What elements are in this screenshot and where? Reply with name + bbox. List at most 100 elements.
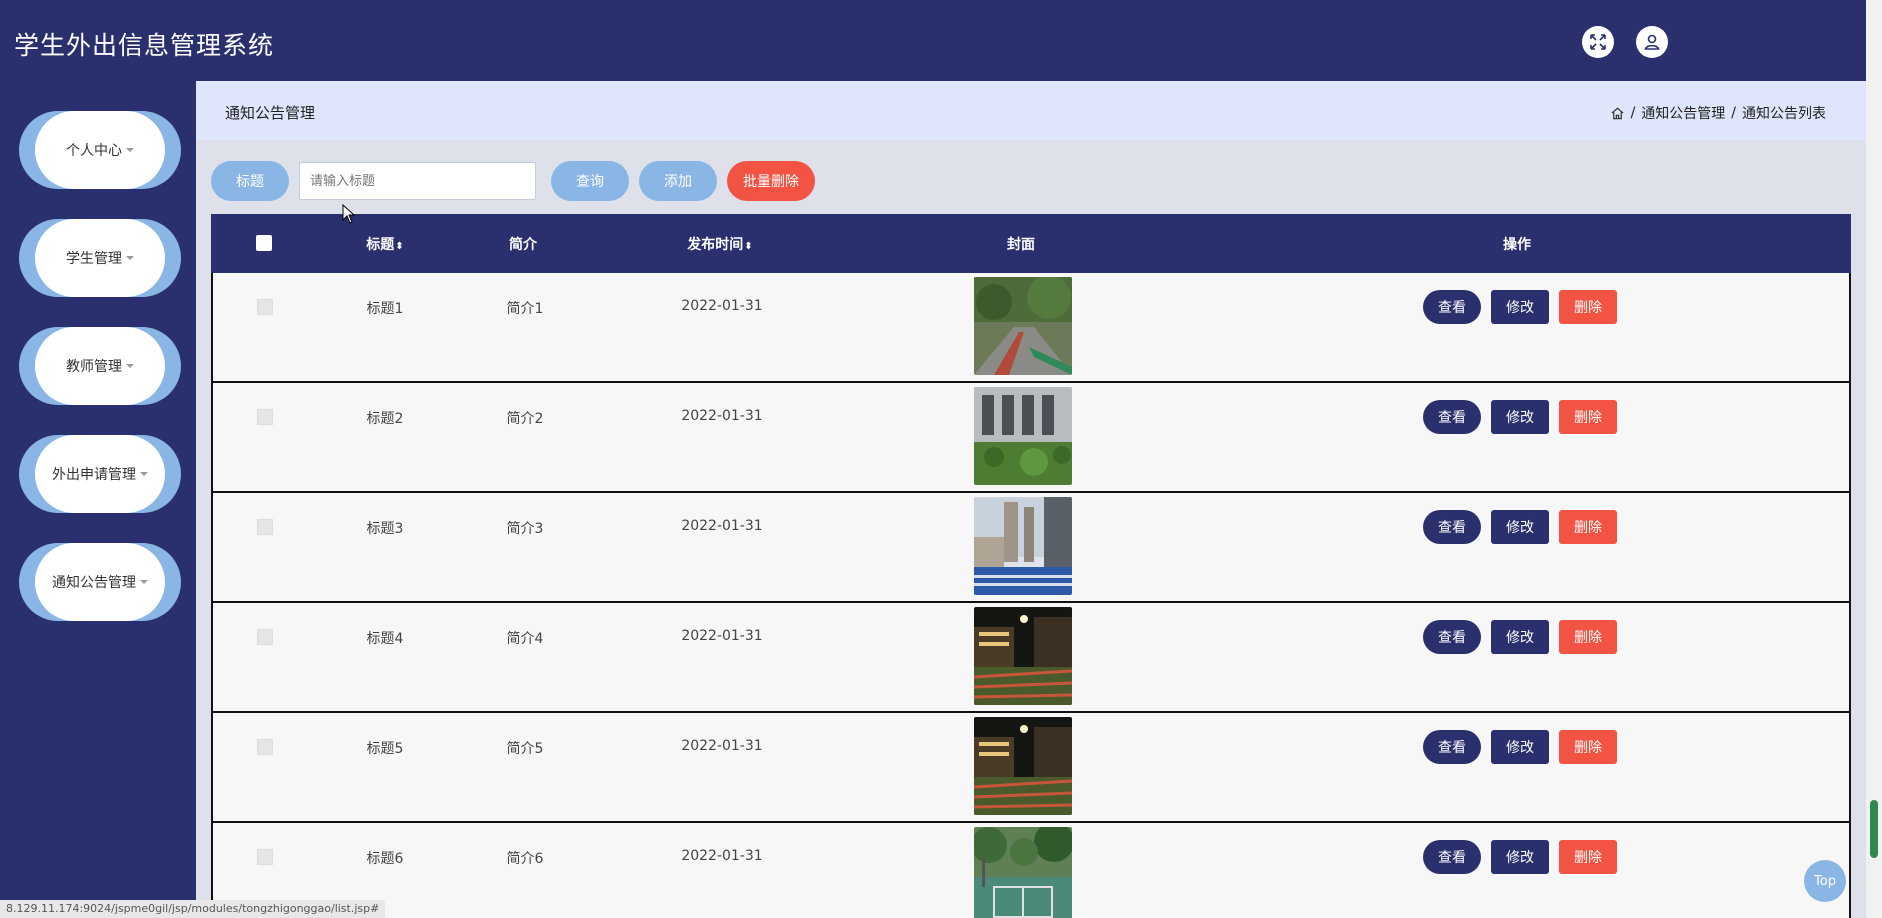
view-button[interactable]: 查看 xyxy=(1423,290,1481,324)
back-to-top-button[interactable]: Top xyxy=(1804,860,1846,902)
cover-image xyxy=(974,827,1072,918)
cell-intro: 简介5 xyxy=(506,741,544,757)
fullscreen-icon[interactable] xyxy=(1582,26,1614,58)
column-header-intro: 简介 xyxy=(509,237,537,253)
table-row: 标题4 简介4 2022-01-31 查看 修改 删除 xyxy=(211,603,1851,713)
row-checkbox[interactable] xyxy=(257,739,273,755)
row-actions: 查看 修改 删除 xyxy=(1423,400,1617,434)
edit-button[interactable]: 修改 xyxy=(1491,840,1549,874)
edit-button[interactable]: 修改 xyxy=(1491,510,1549,544)
query-button[interactable]: 查询 xyxy=(551,161,629,201)
cell-intro: 简介2 xyxy=(506,411,544,427)
status-url: 8.129.11.174:9024/jspme0gil/jsp/modules/… xyxy=(0,900,386,918)
table-row: 标题5 简介5 2022-01-31 查看 修改 删除 xyxy=(211,713,1851,823)
sidebar-item-label: 教师管理 xyxy=(66,359,122,375)
cell-title: 标题4 xyxy=(366,631,404,647)
cover-image xyxy=(974,387,1072,485)
cell-time: 2022-01-31 xyxy=(681,408,763,424)
row-checkbox[interactable] xyxy=(257,299,273,315)
sidebar-item-label: 通知公告管理 xyxy=(52,575,136,591)
breadcrumb-item-current: 通知公告列表 xyxy=(1742,106,1826,122)
cover-image xyxy=(974,717,1072,815)
sidebar-item-personal[interactable]: 个人中心 xyxy=(19,111,181,189)
chevron-down-icon xyxy=(140,580,148,584)
select-all-checkbox[interactable] xyxy=(256,235,272,251)
row-actions: 查看 修改 删除 xyxy=(1423,730,1617,764)
delete-button[interactable]: 删除 xyxy=(1559,400,1617,434)
sidebar-item-label: 外出申请管理 xyxy=(52,467,136,483)
cell-title: 标题1 xyxy=(366,301,404,317)
top-header: 学生外出信息管理系统 xyxy=(0,0,1866,81)
search-input[interactable] xyxy=(299,162,536,200)
edit-button[interactable]: 修改 xyxy=(1491,730,1549,764)
cell-title: 标题5 xyxy=(366,741,404,757)
cell-intro: 简介3 xyxy=(506,521,544,537)
sidebar-item-students[interactable]: 学生管理 xyxy=(19,219,181,297)
scroll-thumb[interactable] xyxy=(1870,800,1878,858)
edit-button[interactable]: 修改 xyxy=(1491,400,1549,434)
cell-time: 2022-01-31 xyxy=(681,518,763,534)
user-icon[interactable] xyxy=(1636,26,1668,58)
cell-time: 2022-01-31 xyxy=(681,298,763,314)
delete-button[interactable]: 删除 xyxy=(1559,730,1617,764)
cell-time: 2022-01-31 xyxy=(681,848,763,864)
app-title: 学生外出信息管理系统 xyxy=(14,31,275,60)
delete-button[interactable]: 删除 xyxy=(1559,290,1617,324)
cover-image xyxy=(974,277,1072,375)
chevron-down-icon xyxy=(126,256,134,260)
table-row: 标题3 简介3 2022-01-31 查看 修改 删除 xyxy=(211,493,1851,603)
breadcrumb-bar: 通知公告管理 / 通知公告管理 / 通知公告列表 xyxy=(196,81,1866,140)
mouse-cursor-icon xyxy=(342,204,356,224)
notice-table: 标题⬍ 简介 发布时间⬍ 封面 操作 标题1 简介1 2022-01-31 查看 修改删… xyxy=(211,214,1851,918)
delete-button[interactable]: 删除 xyxy=(1559,840,1617,874)
add-button[interactable]: 添加 xyxy=(639,161,717,201)
sidebar-item-notices[interactable]: 通知公告管理 xyxy=(19,543,181,621)
page-title: 通知公告管理 xyxy=(225,104,316,122)
sidebar-item-teachers[interactable]: 教师管理 xyxy=(19,327,181,405)
breadcrumb-item[interactable]: 通知公告管理 xyxy=(1641,103,1725,123)
row-checkbox[interactable] xyxy=(257,849,273,865)
delete-button[interactable]: 删除 xyxy=(1559,510,1617,544)
scrollbar[interactable] xyxy=(1866,0,1882,918)
edit-button[interactable]: 修改 xyxy=(1491,290,1549,324)
cell-title: 标题2 xyxy=(366,411,404,427)
table-body: 标题1 简介1 2022-01-31 查看 修改 删除 标题2 简介2 2022-01-31 查看… xyxy=(211,273,1851,918)
home-icon[interactable] xyxy=(1610,106,1625,121)
cell-intro: 简介4 xyxy=(506,631,544,647)
search-bar: 标题 查询 添加 批量删除 xyxy=(211,160,815,202)
sidebar-item-outing-requests[interactable]: 外出申请管理 xyxy=(19,435,181,513)
row-checkbox[interactable] xyxy=(257,519,273,535)
sidebar-item-label: 学生管理 xyxy=(66,251,122,267)
chevron-down-icon xyxy=(126,148,134,152)
table-row: 标题1 简介1 2022-01-31 查看 修改 删除 xyxy=(211,273,1851,383)
row-checkbox[interactable] xyxy=(257,409,273,425)
cell-time: 2022-01-31 xyxy=(681,738,763,754)
delete-button[interactable]: 删除 xyxy=(1559,620,1617,654)
sort-icon: ⬍ xyxy=(744,241,753,252)
row-actions: 查看 修改 删除 xyxy=(1423,620,1617,654)
breadcrumb-separator: / xyxy=(1731,105,1736,121)
batch-delete-button[interactable]: 批量删除 xyxy=(727,161,815,201)
cell-time: 2022-01-31 xyxy=(681,628,763,644)
cell-intro: 简介6 xyxy=(506,851,544,867)
view-button[interactable]: 查看 xyxy=(1423,400,1481,434)
table-header: 标题⬍ 简介 发布时间⬍ 封面 操作 xyxy=(211,214,1851,273)
view-button[interactable]: 查看 xyxy=(1423,730,1481,764)
column-header-time[interactable]: 发布时间⬍ xyxy=(687,234,752,254)
sidebar: 个人中心 学生管理 教师管理 外出申请管理 通知公告管理 xyxy=(0,81,196,918)
view-button[interactable]: 查看 xyxy=(1423,510,1481,544)
row-checkbox[interactable] xyxy=(257,629,273,645)
cover-image xyxy=(974,607,1072,705)
breadcrumb: / 通知公告管理 / 通知公告列表 xyxy=(1610,103,1826,123)
cell-title: 标题6 xyxy=(366,851,404,867)
view-button[interactable]: 查看 xyxy=(1423,620,1481,654)
column-header-cover: 封面 xyxy=(1007,237,1035,253)
edit-button[interactable]: 修改 xyxy=(1491,620,1549,654)
search-label: 标题 xyxy=(211,161,289,201)
breadcrumb-separator: / xyxy=(1630,105,1636,121)
view-button[interactable]: 查看 xyxy=(1423,840,1481,874)
row-actions: 查看 修改 删除 xyxy=(1423,510,1617,544)
cover-image xyxy=(974,497,1072,595)
column-header-title[interactable]: 标题⬍ xyxy=(366,234,403,254)
table-row: 标题2 简介2 2022-01-31 查看 修改 删除 xyxy=(211,383,1851,493)
